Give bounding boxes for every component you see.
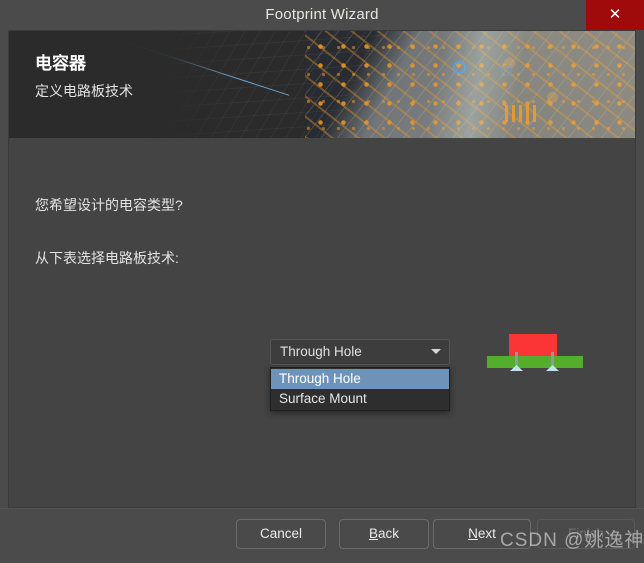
prompt-capacitor-type: 您希望设计的电容类型? bbox=[35, 197, 183, 213]
dropdown-option-surface-mount[interactable]: Surface Mount bbox=[271, 389, 449, 409]
back-button-label: ack bbox=[378, 526, 400, 541]
dialog-footer: Cancel Back Next Finish bbox=[0, 508, 644, 563]
technology-preview-graphic bbox=[487, 334, 583, 372]
dropdown-option-through-hole[interactable]: Through Hole bbox=[271, 369, 449, 389]
wizard-banner: 电容器 定义电路板技术 bbox=[9, 31, 635, 138]
window-title: Footprint Wizard bbox=[265, 6, 379, 23]
back-button-mnemonic: B bbox=[368, 526, 378, 541]
board-technology-select[interactable]: Through Hole bbox=[270, 339, 450, 365]
cancel-button[interactable]: Cancel bbox=[236, 519, 326, 549]
next-button[interactable]: Next bbox=[433, 519, 531, 549]
next-button-mnemonic: N bbox=[468, 526, 478, 541]
title-bar: Footprint Wizard ✕ bbox=[0, 0, 644, 30]
next-button-label: ext bbox=[477, 526, 496, 541]
board-technology-dropdown-list[interactable]: Through Hole Surface Mount bbox=[270, 367, 450, 411]
close-icon[interactable]: ✕ bbox=[586, 0, 644, 30]
banner-title: 电容器 bbox=[35, 54, 86, 73]
chevron-down-icon[interactable] bbox=[431, 349, 441, 354]
preview-pcb-board bbox=[487, 356, 583, 368]
finish-button: Finish bbox=[537, 519, 635, 549]
prompt-select-technology: 从下表选择电路板技术: bbox=[35, 250, 179, 266]
wizard-body: 您希望设计的电容类型? 从下表选择电路板技术: Through Hole Thr… bbox=[9, 138, 635, 507]
wizard-dialog: 电容器 定义电路板技术 您希望设计的电容类型? 从下表选择电路板技术: Thro… bbox=[8, 30, 636, 508]
banner-subtitle: 定义电路板技术 bbox=[35, 83, 133, 99]
board-technology-selected-value: Through Hole bbox=[280, 344, 362, 359]
back-button[interactable]: Back bbox=[339, 519, 429, 549]
